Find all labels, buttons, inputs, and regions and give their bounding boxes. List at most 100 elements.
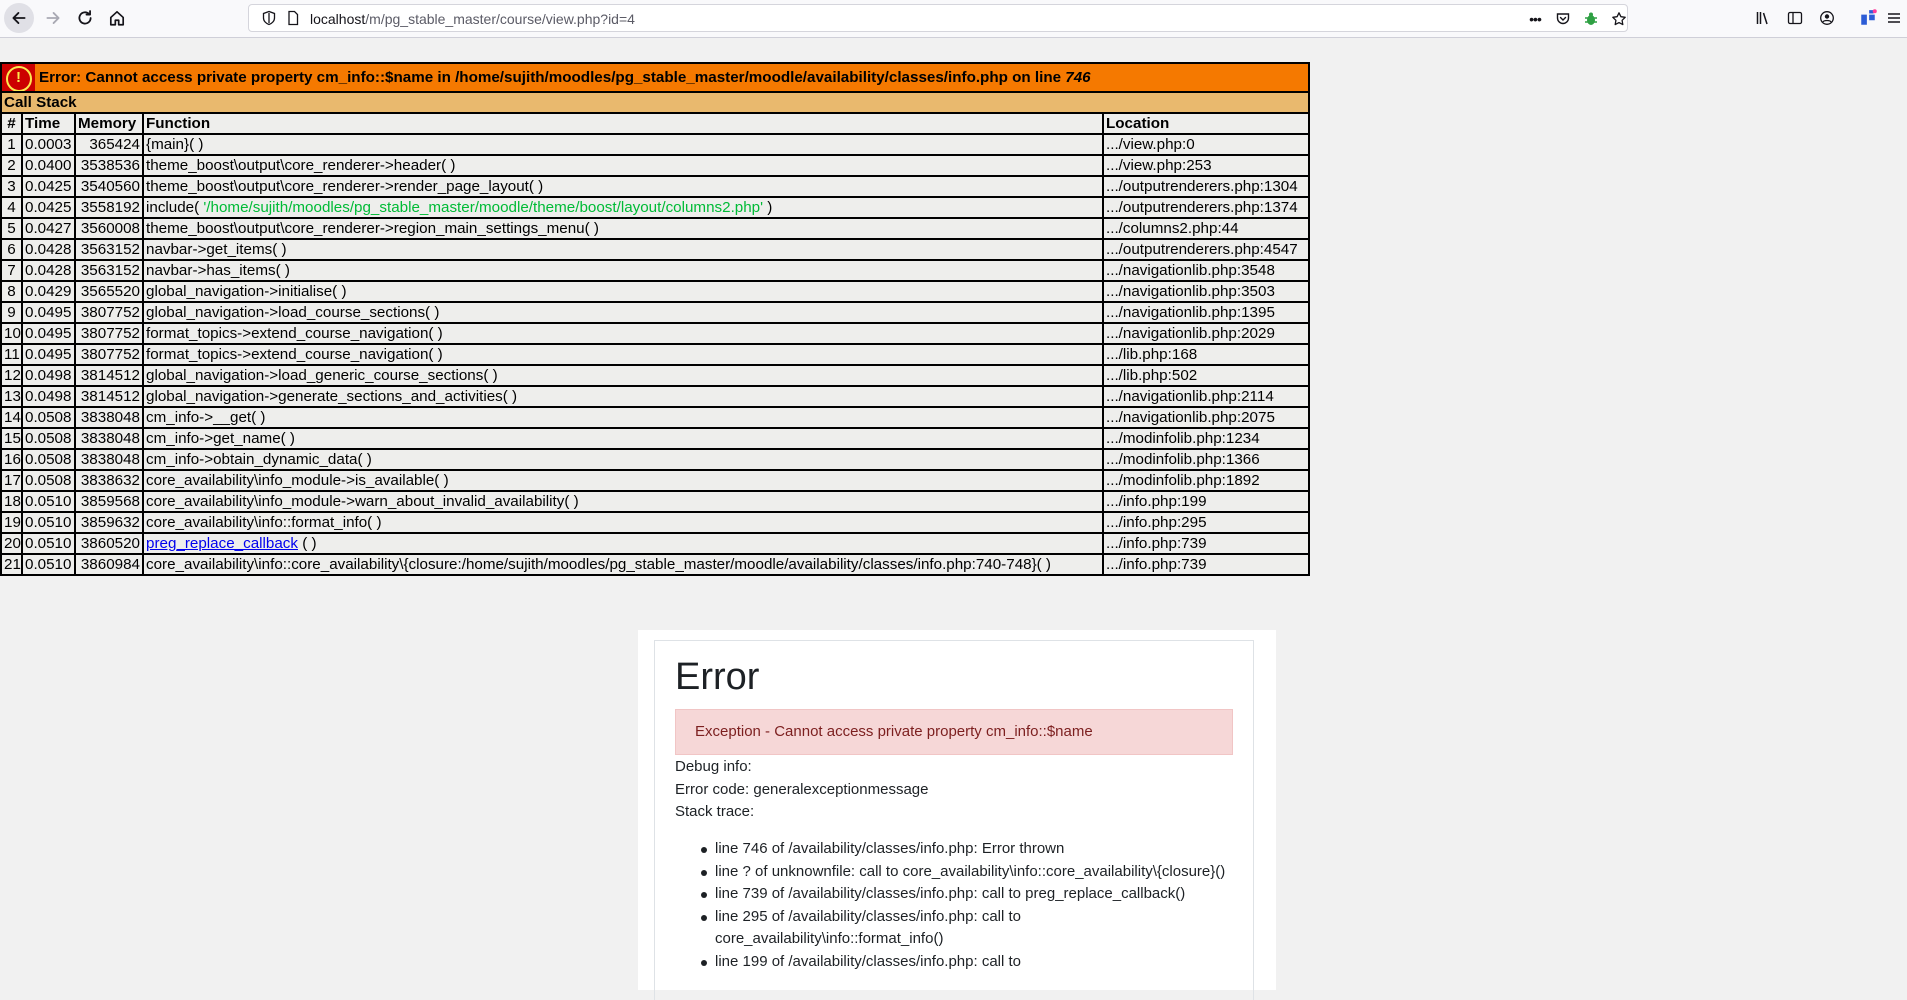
stack-row-number: 21 [0, 553, 23, 576]
stack-row-time: 0.0425 [21, 175, 76, 198]
stack-row-time: 0.0003 [21, 133, 76, 156]
stack-row-memory: 3538536 [74, 154, 144, 177]
home-button[interactable] [102, 4, 132, 32]
stack-trace-item: line 295 of /availability/classes/info.p… [698, 906, 1238, 951]
error-message: ! Error: Cannot access private property c… [0, 62, 1311, 93]
call-stack-row: 6 0.0428 3563152 navbar->get_items( ) .../ou… [0, 238, 1311, 261]
stack-row-number: 14 [0, 406, 23, 429]
stack-row-location: .../info.php:295 [1101, 511, 1311, 534]
call-stack-row: 13 0.0498 3814512 global_navigation->genera… [0, 385, 1311, 408]
page-actions-menu-icon[interactable]: ••• [1525, 10, 1545, 28]
stack-row-function: cm_info->get_name( ) [142, 427, 1104, 450]
stack-row-time: 0.0508 [21, 448, 76, 471]
stack-row-location: .../info.php:739 [1101, 532, 1311, 555]
stack-row-function: preg_replace_callback ( ) [142, 532, 1104, 555]
xdebug-error-table: ! Error: Cannot access private property c… [0, 62, 1311, 576]
stack-row-location: .../outputrenderers.php:1304 [1101, 175, 1311, 198]
location-file: .../view.php [1106, 157, 1182, 174]
error-code-text: Error code: generalexceptionmessage [675, 781, 929, 798]
account-icon[interactable] [1817, 8, 1837, 28]
stack-row-function: global_navigation->initialise( ) [142, 280, 1104, 303]
stack-row-function: format_topics->extend_course_navigation(… [142, 322, 1104, 345]
url-bar[interactable]: localhost/m/pg_stable_master/course/view… [248, 4, 1628, 32]
col-header-time: Time [21, 112, 76, 135]
location-file: .../info.php [1106, 514, 1177, 531]
stack-row-function: include( '/home/sujith/moodles/pg_stable… [142, 196, 1104, 219]
stack-row-function: navbar->has_items( ) [142, 259, 1104, 282]
url-path: /m/pg_stable_master/course/view.php?id=4 [365, 11, 635, 27]
back-button[interactable] [4, 3, 34, 33]
location-file: .../outputrenderers.php [1106, 241, 1260, 258]
call-stack-row: 4 0.0425 3558192 include( '/home/sujith/moo… [0, 196, 1311, 219]
stack-row-location: .../navigationlib.php:3548 [1101, 259, 1311, 282]
library-icon[interactable] [1753, 8, 1773, 28]
stack-row-time: 0.0400 [21, 154, 76, 177]
function-suffix: ) [763, 199, 773, 216]
extensions-icon[interactable] [1858, 8, 1878, 28]
url-text[interactable]: localhost/m/pg_stable_master/course/view… [310, 11, 635, 27]
location-line: 2075 [1241, 409, 1275, 426]
stack-row-memory: 3838048 [74, 427, 144, 450]
stack-row-time: 0.0498 [21, 385, 76, 408]
column-header-row: # Time Memory Function Location [0, 112, 1311, 135]
bookmark-star-icon[interactable] [1610, 10, 1628, 28]
function-string-arg: '/home/sujith/moodles/pg_stable_master/m… [203, 199, 764, 216]
col-header-memory: Memory [74, 112, 144, 135]
stack-row-number: 17 [0, 469, 23, 492]
stack-row-memory: 3859632 [74, 511, 144, 534]
tracking-shield-icon[interactable] [261, 10, 277, 26]
location-file: .../info.php [1106, 535, 1177, 552]
location-line: 2114 [1241, 388, 1274, 405]
stack-row-function: global_navigation->load_course_sections(… [142, 301, 1104, 324]
stack-row-time: 0.0510 [21, 511, 76, 534]
page-info-icon[interactable] [285, 10, 301, 26]
stack-row-function: cm_info->__get( ) [142, 406, 1104, 429]
sidebar-icon[interactable] [1785, 8, 1805, 28]
location-file: .../modinfolib.php [1106, 451, 1222, 468]
debug-info-label: Debug info: [675, 758, 752, 775]
stack-row-memory: 3558192 [74, 196, 144, 219]
error-text: Error: Cannot access private property cm… [39, 69, 1066, 86]
stack-row-time: 0.0508 [21, 406, 76, 429]
stack-row-function: core_availability\info_module->warn_abou… [142, 490, 1104, 513]
location-line: 1366 [1225, 451, 1260, 468]
stack-row-time: 0.0498 [21, 364, 76, 387]
home-icon [109, 10, 125, 26]
pocket-icon[interactable] [1554, 10, 1572, 28]
location-file: .../lib.php [1106, 346, 1168, 363]
browser-toolbar: localhost/m/pg_stable_master/course/view… [0, 0, 1907, 38]
reload-button[interactable] [70, 4, 100, 32]
php-manual-link[interactable]: preg_replace_callback [146, 535, 298, 552]
function-suffix: ( ) [297, 535, 317, 552]
bug-extension-icon[interactable] [1582, 10, 1600, 28]
stack-row-memory: 3540560 [74, 175, 144, 198]
stack-row-function: format_topics->extend_course_navigation(… [142, 343, 1104, 366]
location-line: 295 [1181, 514, 1207, 531]
call-stack-row: 21 0.0510 3860984 core_availability\info::c… [0, 553, 1311, 576]
call-stack-row: 19 0.0510 3859632 core_availability\info::f… [0, 511, 1311, 534]
stack-trace-item: line 199 of /availability/classes/info.p… [698, 951, 1238, 974]
stack-row-time: 0.0427 [21, 217, 76, 240]
call-stack-row: 17 0.0508 3838632 core_availability\info_mo… [0, 469, 1311, 492]
location-line: 1374 [1263, 199, 1298, 216]
reload-icon [78, 10, 92, 25]
call-stack-body: 1 0.0003 365424 {main}( ) .../view.php:0 2 0.0… [0, 133, 1311, 576]
call-stack-header-row: Call Stack [0, 91, 1311, 114]
location-file: .../navigationlib.php [1106, 262, 1237, 279]
stack-row-location: .../modinfolib.php:1892 [1101, 469, 1311, 492]
col-header-num: # [0, 112, 23, 135]
stack-row-memory: 3859568 [74, 490, 144, 513]
location-file: .../navigationlib.php [1106, 283, 1237, 300]
call-stack-row: 15 0.0508 3838048 cm_info->get_name( ) .../m… [0, 427, 1311, 450]
error-heading: Error [675, 656, 760, 698]
stack-row-function: global_navigation->generate_sections_and… [142, 385, 1104, 408]
stack-row-location: .../navigationlib.php:2075 [1101, 406, 1311, 429]
stack-row-function: theme_boost\output\core_renderer->render… [142, 175, 1104, 198]
stack-row-location: .../modinfolib.php:1234 [1101, 427, 1311, 450]
stack-row-memory: 3807752 [74, 343, 144, 366]
stack-row-number: 4 [0, 196, 23, 219]
call-stack-row: 1 0.0003 365424 {main}( ) .../view.php:0 [0, 133, 1311, 156]
forward-button[interactable] [38, 4, 68, 32]
stack-row-time: 0.0495 [21, 301, 76, 324]
app-menu-icon[interactable] [1884, 8, 1904, 28]
